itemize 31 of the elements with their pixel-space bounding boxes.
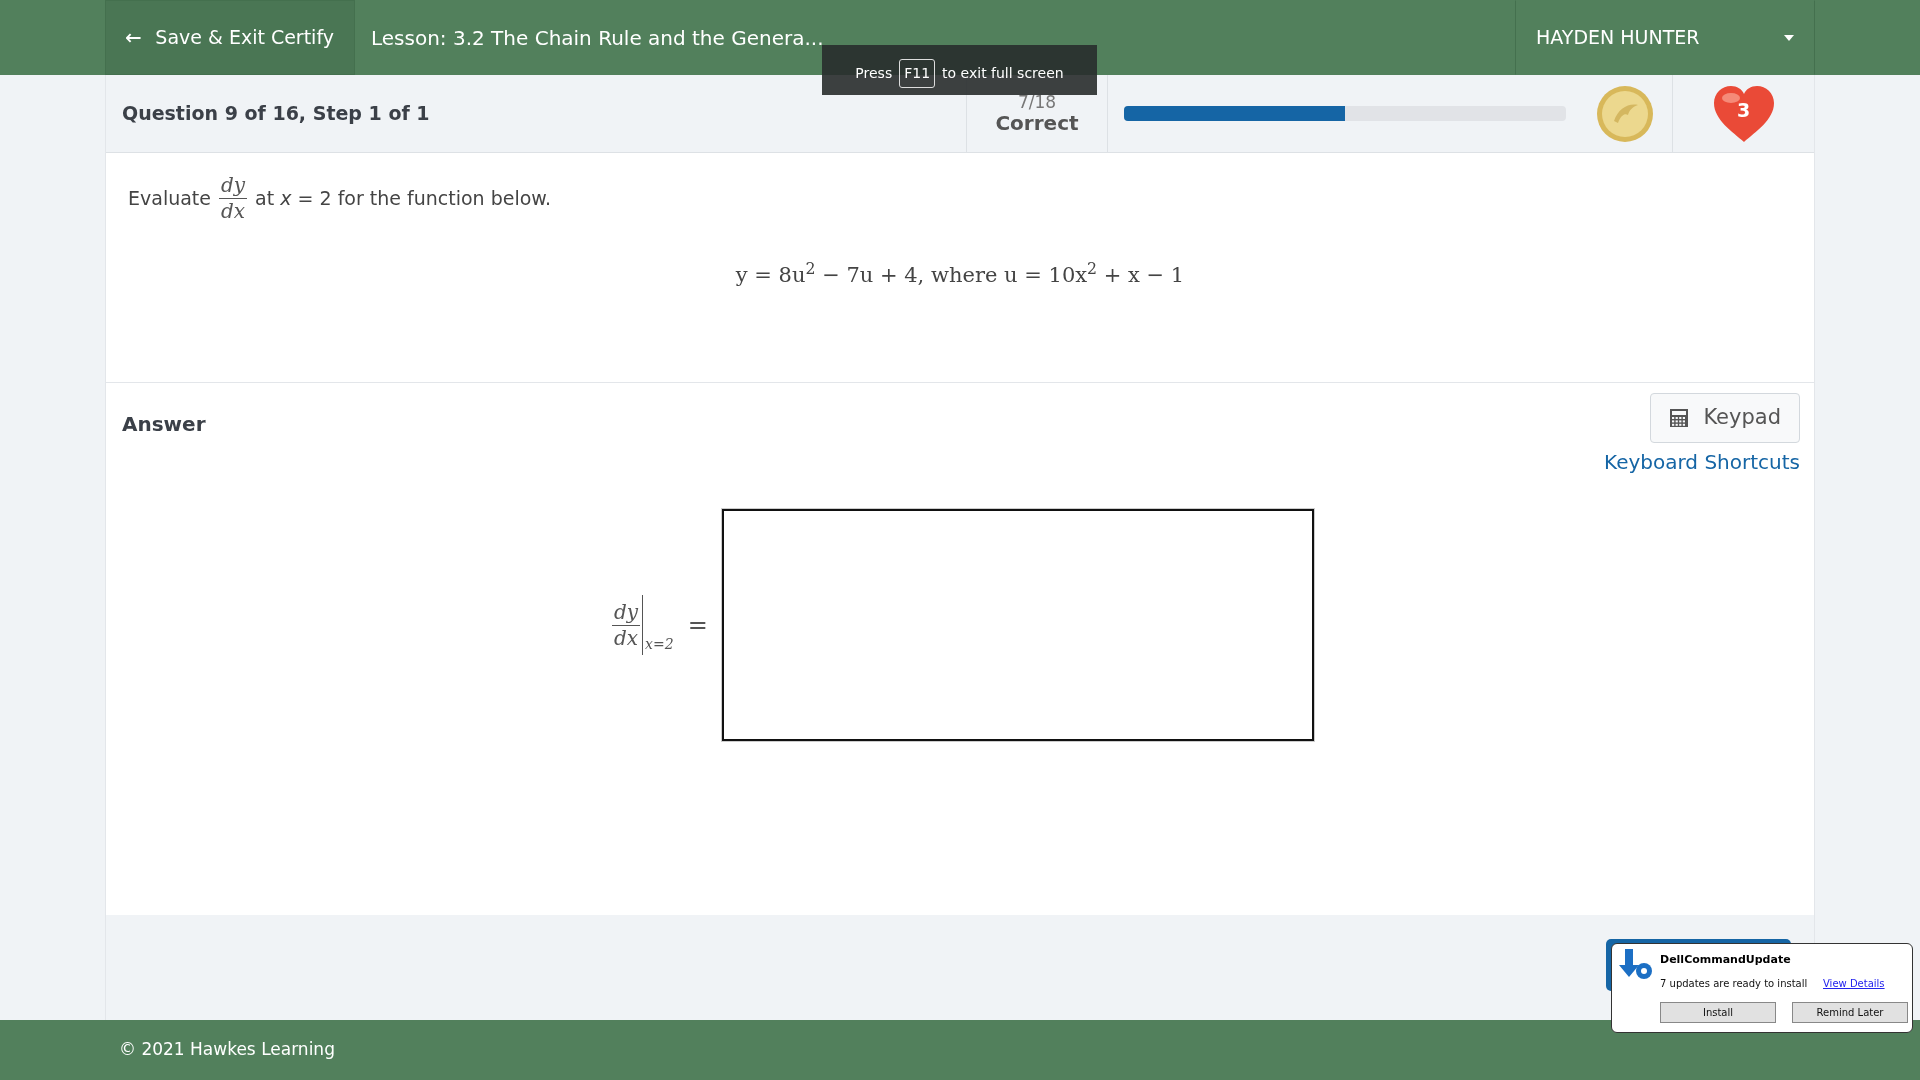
- notification-button[interactable]: Remind Later: [1792, 1002, 1908, 1023]
- derivative-fraction: dy dx: [219, 173, 248, 224]
- score-label: Correct: [995, 111, 1079, 134]
- notification-button[interactable]: Install: [1660, 1002, 1776, 1023]
- copyright-text: © 2021 Hawkes Learning: [118, 1038, 335, 1062]
- lesson-title: Lesson: 3.2 The Chain Rule and the Genera...: [371, 24, 824, 52]
- prompt-text: Evaluate: [128, 186, 211, 212]
- caret-icon: [1784, 34, 1794, 41]
- derivative-fraction: dy dx: [612, 599, 641, 651]
- evaluation-bar: x=2: [642, 595, 674, 655]
- answer-field[interactable]: [721, 509, 1314, 741]
- save-exit-button[interactable]: Save & Exit Certify: [105, 0, 355, 75]
- lives-count: 3: [1735, 97, 1752, 123]
- calculator-icon: [1669, 407, 1690, 428]
- notice-text: Press: [855, 63, 893, 83]
- key-label: F11: [899, 58, 936, 88]
- prompt-text: at x = 2 for the function below.: [255, 186, 552, 212]
- equation: y = 8u$^{2}$ − 7u + 4, where u = 10x$^{2}$ + x − 1: [735, 263, 1185, 287]
- equals-sign: =: [687, 610, 708, 641]
- keypad-button[interactable]: Keypad: [1650, 393, 1800, 443]
- user-menu[interactable]: HAYDEN HUNTER: [1515, 0, 1815, 75]
- notification-message: 7 updates are ready to install: [1660, 977, 1808, 991]
- answer-heading: Answer: [122, 411, 206, 438]
- coin-icon: [1596, 84, 1654, 143]
- notice-text: to exit full screen: [942, 63, 1064, 83]
- question-counter: Question 9 of 16, Step 1 of 1: [122, 101, 430, 127]
- keyboard-shortcuts-link[interactable]: Keyboard Shortcuts: [1604, 446, 1800, 477]
- view-details-link[interactable]: View Details: [1823, 976, 1885, 991]
- app-name: DellCommandUpdate: [1660, 952, 1791, 968]
- score-text: 7/18: [1017, 93, 1057, 112]
- back-arrow-icon: [126, 31, 142, 44]
